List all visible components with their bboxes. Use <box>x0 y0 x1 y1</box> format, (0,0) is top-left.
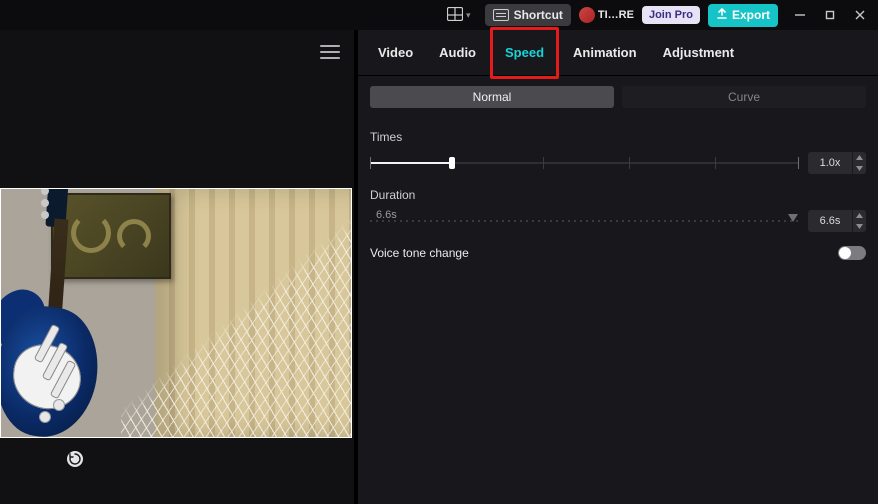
preview-panel <box>0 30 358 504</box>
tab-video[interactable]: Video <box>366 30 425 76</box>
tab-audio[interactable]: Audio <box>427 30 488 76</box>
window-minimize-button[interactable] <box>788 3 812 27</box>
duration-step-down[interactable] <box>853 221 866 232</box>
window-close-button[interactable] <box>848 3 872 27</box>
chevron-down-icon: ▾ <box>466 10 471 21</box>
layout-dropdown[interactable]: ▾ <box>441 3 477 28</box>
times-step-down[interactable] <box>853 163 866 174</box>
window-restore-button[interactable] <box>818 3 842 27</box>
preview-image <box>1 189 351 437</box>
export-button[interactable]: Export <box>708 4 778 27</box>
video-preview[interactable] <box>0 188 352 438</box>
layout-icon <box>447 7 463 24</box>
shortcut-button[interactable]: Shortcut <box>485 4 571 26</box>
times-label: Times <box>358 116 878 152</box>
voice-tone-change-label: Voice tone change <box>370 246 469 260</box>
speed-mode-normal[interactable]: Normal <box>370 86 614 108</box>
keyboard-icon <box>493 9 509 21</box>
user-name: TI…RE <box>598 9 634 21</box>
duration-step-up[interactable] <box>853 210 866 221</box>
user-chip[interactable]: TI…RE <box>579 7 634 23</box>
tab-adjustment[interactable]: Adjustment <box>651 30 747 76</box>
times-step-up[interactable] <box>853 152 866 163</box>
tab-speed[interactable]: Speed <box>493 30 556 76</box>
join-pro-button[interactable]: Join Pro <box>642 6 700 24</box>
panel-menu-button[interactable] <box>320 45 340 59</box>
speed-mode-curve[interactable]: Curve <box>622 86 866 108</box>
times-slider[interactable] <box>370 153 798 173</box>
inspector-panel: Video Audio Speed Animation Adjustment N… <box>358 30 878 504</box>
duration-value-input[interactable]: 6.6s <box>808 210 866 232</box>
duration-label: Duration <box>358 174 878 210</box>
times-value-input[interactable]: 1.0x <box>808 152 866 174</box>
duration-slider[interactable]: 6.6s <box>370 211 798 231</box>
avatar <box>579 7 595 23</box>
duration-track-text: 6.6s <box>376 209 397 221</box>
highlight-speed-tab: Speed <box>490 27 559 79</box>
inspector-tabs: Video Audio Speed Animation Adjustment <box>358 30 878 76</box>
tab-animation[interactable]: Animation <box>561 30 649 76</box>
export-icon <box>716 8 728 23</box>
shortcut-label: Shortcut <box>514 8 563 22</box>
refresh-preview-button[interactable] <box>66 450 84 468</box>
voice-tone-change-toggle[interactable] <box>838 246 866 260</box>
